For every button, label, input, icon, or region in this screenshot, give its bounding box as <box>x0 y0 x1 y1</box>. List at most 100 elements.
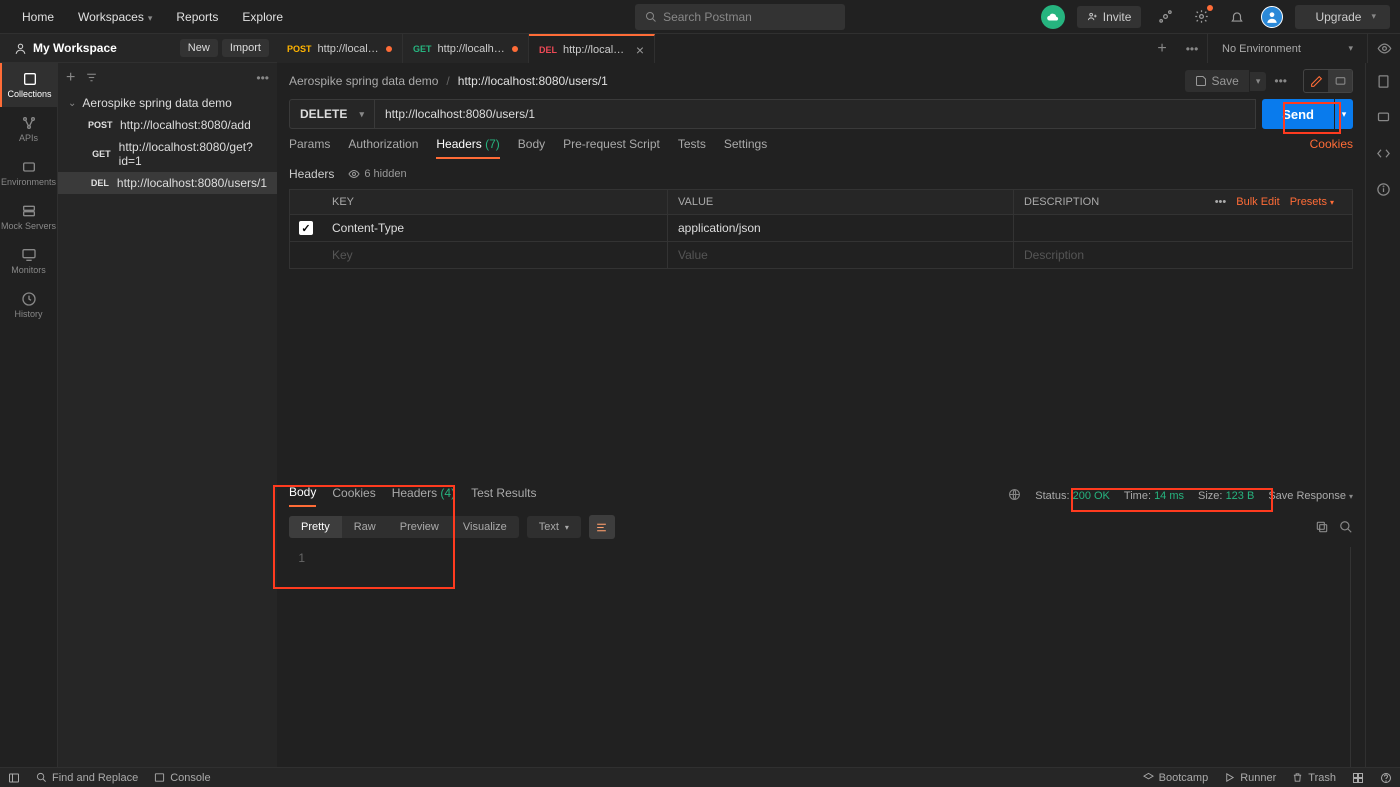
save-response-button[interactable]: Save Response <box>1268 490 1353 502</box>
response-body[interactable]: 1 <box>277 547 1351 767</box>
docs-icon[interactable] <box>1375 73 1391 89</box>
breadcrumb-collection[interactable]: Aerospike spring data demo <box>289 74 438 88</box>
comments-icon[interactable] <box>1375 109 1391 125</box>
row-checkbox[interactable]: ✓ <box>299 221 313 235</box>
wrap-button[interactable] <box>589 515 615 539</box>
pencil-icon <box>1310 75 1323 88</box>
send-button[interactable]: Send <box>1262 99 1334 129</box>
resp-tab-body[interactable]: Body <box>289 485 316 507</box>
import-button[interactable]: Import <box>222 39 269 57</box>
col-key: KEY <box>322 190 668 214</box>
add-collection-button[interactable]: + <box>66 69 75 87</box>
chevron-down-icon: ⌄ <box>68 98 76 109</box>
presets-button[interactable]: Presets <box>1290 196 1334 208</box>
workspace-label[interactable]: My Workspace <box>0 41 131 55</box>
tab-prerequest[interactable]: Pre-request Script <box>563 137 660 159</box>
help-button[interactable] <box>1380 772 1392 784</box>
save-options-button[interactable]: ▾ <box>1250 72 1267 91</box>
rail-collections[interactable]: Collections <box>0 63 58 107</box>
notifications-button[interactable] <box>1225 5 1249 29</box>
tab-body[interactable]: Body <box>518 137 545 159</box>
invite-button[interactable]: Invite <box>1077 6 1142 28</box>
settings-button[interactable] <box>1189 5 1213 29</box>
code-icon[interactable] <box>1375 145 1391 161</box>
resp-tab-cookies[interactable]: Cookies <box>332 486 375 506</box>
sidebar-more-button[interactable]: ••• <box>256 71 269 85</box>
runner-button[interactable]: Runner <box>1224 772 1276 784</box>
search-body-icon[interactable] <box>1339 520 1353 534</box>
search-input[interactable]: Search Postman <box>635 4 845 30</box>
sync-button[interactable] <box>1041 5 1065 29</box>
row-key[interactable]: Content-Type <box>322 215 668 241</box>
row-value-placeholder[interactable]: Value <box>668 242 1014 268</box>
new-tab-button[interactable]: + <box>1147 34 1177 63</box>
row-desc[interactable] <box>1014 215 1352 241</box>
collection-item[interactable]: ⌄ Aerospike spring data demo <box>58 92 277 114</box>
view-preview[interactable]: Preview <box>388 516 451 538</box>
body-type-select[interactable]: Text <box>527 516 581 538</box>
row-value[interactable]: application/json <box>668 215 1014 241</box>
environment-preview-button[interactable] <box>1367 34 1400 63</box>
rail-environments[interactable]: Environments <box>0 151 58 195</box>
view-visualize[interactable]: Visualize <box>451 516 519 538</box>
filter-icon[interactable] <box>85 71 98 84</box>
nav-home[interactable]: Home <box>10 4 66 30</box>
row-desc-placeholder[interactable]: Description <box>1014 242 1352 268</box>
rail-monitors[interactable]: Monitors <box>0 239 58 283</box>
save-button[interactable]: Save <box>1185 70 1249 92</box>
tab-headers[interactable]: Headers (7) <box>436 137 499 159</box>
hidden-headers-toggle[interactable]: 6 hidden <box>348 168 406 180</box>
environment-select[interactable]: No Environment▾ <box>1207 34 1367 63</box>
table-row[interactable]: ✓ Content-Type application/json <box>290 214 1352 241</box>
sidebar-request-item[interactable]: DELhttp://localhost:8080/users/1 <box>58 172 277 194</box>
view-pretty[interactable]: Pretty <box>289 516 342 538</box>
cookies-link[interactable]: Cookies <box>1310 137 1353 159</box>
view-raw[interactable]: Raw <box>342 516 388 538</box>
tab-overflow-button[interactable]: ••• <box>1177 34 1207 63</box>
tab-tests[interactable]: Tests <box>678 137 706 159</box>
new-button[interactable]: New <box>180 39 218 57</box>
send-options-button[interactable]: ▾ <box>1335 99 1353 129</box>
view-mode-toggle[interactable] <box>1303 69 1353 93</box>
request-tab[interactable]: GEThttp://localhost:80... <box>403 34 529 63</box>
row-key-placeholder[interactable]: Key <box>322 242 668 268</box>
invite-label: Invite <box>1103 10 1132 24</box>
trash-button[interactable]: Trash <box>1292 772 1336 784</box>
layout-button[interactable] <box>1352 772 1364 784</box>
table-more-button[interactable]: ••• <box>1215 196 1227 208</box>
tab-settings[interactable]: Settings <box>724 137 767 159</box>
avatar[interactable] <box>1261 6 1283 28</box>
request-tab[interactable]: DELhttp://localhost:80...× <box>529 34 655 63</box>
globe-icon[interactable] <box>1008 488 1021 504</box>
info-icon[interactable] <box>1375 181 1391 197</box>
table-row-empty[interactable]: Key Value Description <box>290 241 1352 268</box>
nav-reports[interactable]: Reports <box>164 4 230 30</box>
upgrade-button[interactable]: Upgrade <box>1295 5 1390 29</box>
copy-icon[interactable] <box>1315 520 1329 534</box>
nav-explore[interactable]: Explore <box>230 4 295 30</box>
method-select[interactable]: DELETE <box>289 99 375 129</box>
resp-tab-tests[interactable]: Test Results <box>471 486 536 506</box>
close-icon[interactable]: × <box>636 42 644 58</box>
request-tab[interactable]: POSThttp://localhost:80... <box>277 34 403 63</box>
sidebar-toggle[interactable] <box>8 772 20 784</box>
rail-mock-servers[interactable]: Mock Servers <box>0 195 58 239</box>
url-input[interactable]: http://localhost:8080/users/1 <box>375 99 1256 129</box>
sidebar-request-item[interactable]: GEThttp://localhost:8080/get?id=1 <box>58 136 277 172</box>
search-placeholder: Search Postman <box>663 10 752 24</box>
rail-apis[interactable]: APIs <box>0 107 58 151</box>
nav-workspaces[interactable]: Workspaces <box>66 4 164 30</box>
bulk-edit-button[interactable]: Bulk Edit <box>1236 196 1279 208</box>
rail-history[interactable]: History <box>0 283 58 327</box>
bootcamp-button[interactable]: Bootcamp <box>1143 772 1209 784</box>
tab-params[interactable]: Params <box>289 137 330 159</box>
console-button[interactable]: Console <box>154 772 210 784</box>
resp-tab-headers[interactable]: Headers (4) <box>392 486 455 506</box>
sidebar-request-item[interactable]: POSThttp://localhost:8080/add <box>58 114 277 136</box>
capture-button[interactable] <box>1153 5 1177 29</box>
request-more-button[interactable]: ••• <box>1274 74 1287 88</box>
find-replace-button[interactable]: Find and Replace <box>36 772 138 784</box>
wrap-icon <box>595 521 608 534</box>
request-content: Aerospike spring data demo / http://loca… <box>277 63 1365 767</box>
tab-authorization[interactable]: Authorization <box>348 137 418 159</box>
